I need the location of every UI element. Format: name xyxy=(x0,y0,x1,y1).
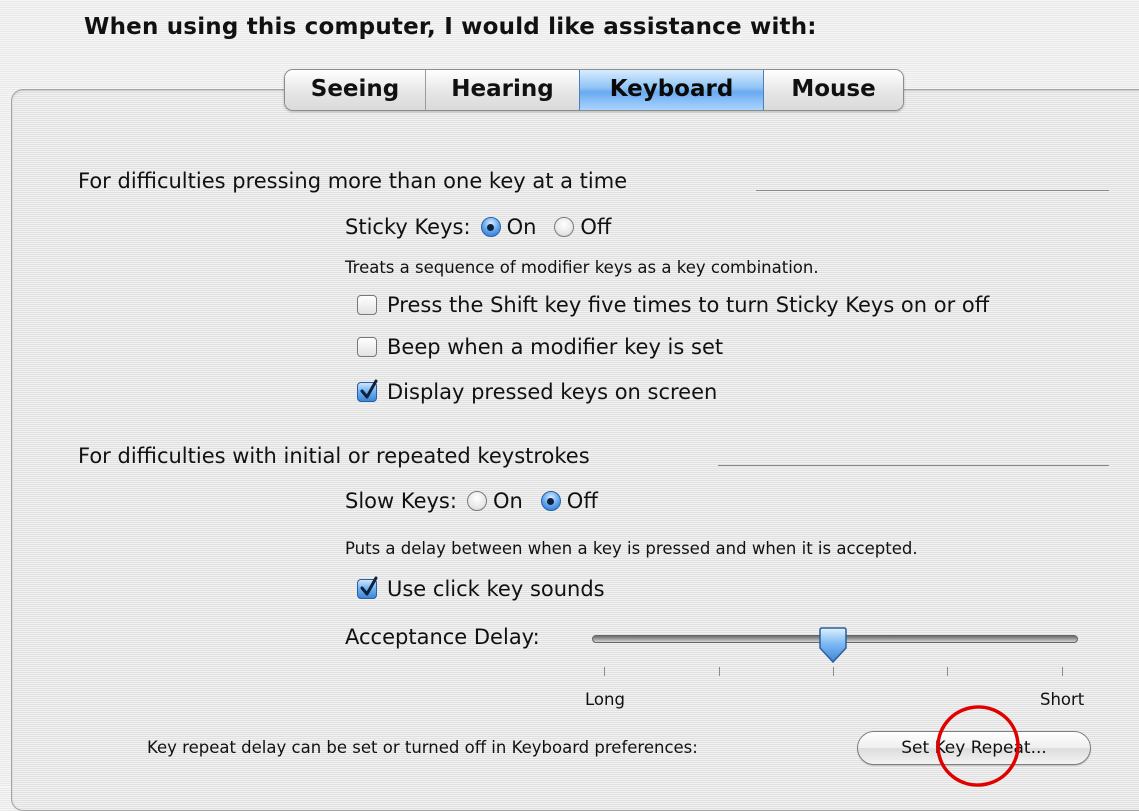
click-key-sounds-label[interactable]: Use click key sounds xyxy=(387,577,605,601)
slow-keys-label: Slow Keys: xyxy=(345,489,457,513)
display-pressed-keys-checkbox[interactable] xyxy=(357,379,378,402)
sticky-section-rule xyxy=(756,190,1109,191)
acceptance-delay-slider-thumb[interactable] xyxy=(818,626,848,666)
shift-five-times-checkbox[interactable] xyxy=(357,295,377,315)
assistance-heading: When using this computer, I would like a… xyxy=(84,14,817,40)
checkmark-icon xyxy=(360,379,378,399)
slow-keys-on-label[interactable]: On xyxy=(493,489,523,513)
slider-tick xyxy=(833,667,834,676)
beep-modifier-label[interactable]: Beep when a modifier key is set xyxy=(387,335,723,359)
slow-keys-off-label[interactable]: Off xyxy=(567,489,598,513)
slider-tick xyxy=(719,667,720,676)
set-key-repeat-button[interactable]: Set Key Repeat... xyxy=(857,731,1091,765)
sticky-keys-label: Sticky Keys: xyxy=(345,215,471,239)
slider-tick xyxy=(947,667,948,676)
click-key-sounds-checkbox[interactable] xyxy=(357,576,378,599)
tab-bar: Seeing Hearing Keyboard Mouse xyxy=(284,69,904,111)
slow-keys-description: Puts a delay between when a key is press… xyxy=(345,539,918,558)
tab-hearing[interactable]: Hearing xyxy=(425,70,579,110)
sticky-keys-off-label[interactable]: Off xyxy=(580,215,611,239)
tab-keyboard[interactable]: Keyboard xyxy=(579,70,763,110)
shift-five-times-option[interactable]: Press the Shift key five times to turn S… xyxy=(357,293,989,317)
sticky-keys-row: Sticky Keys: On Off xyxy=(345,215,611,239)
beep-modifier-checkbox[interactable] xyxy=(357,337,377,357)
shift-five-times-label[interactable]: Press the Shift key five times to turn S… xyxy=(387,293,989,317)
slow-section-rule xyxy=(718,465,1109,466)
display-pressed-keys-option[interactable]: Display pressed keys on screen xyxy=(357,379,717,404)
sticky-keys-off-radio[interactable] xyxy=(554,217,575,237)
slider-min-label: Long xyxy=(585,690,625,709)
sticky-keys-on-radio[interactable] xyxy=(480,217,501,237)
tab-mouse[interactable]: Mouse xyxy=(763,70,903,110)
slow-keys-off-radio[interactable] xyxy=(540,491,561,511)
checkmark-icon xyxy=(360,576,378,596)
slow-keys-row: Slow Keys: On Off xyxy=(345,489,598,513)
sticky-keys-description: Treats a sequence of modifier keys as a … xyxy=(345,258,819,277)
key-repeat-text: Key repeat delay can be set or turned of… xyxy=(147,738,698,757)
slow-section-title: For difficulties with initial or repeate… xyxy=(78,444,590,468)
sticky-section-title: For difficulties pressing more than one … xyxy=(78,169,628,193)
click-key-sounds-option[interactable]: Use click key sounds xyxy=(357,576,605,601)
slider-max-label: Short xyxy=(1040,690,1085,709)
tab-seeing[interactable]: Seeing xyxy=(285,70,425,110)
sticky-keys-on-label[interactable]: On xyxy=(507,215,537,239)
beep-modifier-option[interactable]: Beep when a modifier key is set xyxy=(357,335,723,359)
slider-tick xyxy=(1062,667,1063,676)
slider-tick xyxy=(604,667,605,676)
slow-keys-on-radio[interactable] xyxy=(466,491,487,511)
display-pressed-keys-label[interactable]: Display pressed keys on screen xyxy=(387,380,717,404)
acceptance-delay-label: Acceptance Delay: xyxy=(345,625,540,649)
